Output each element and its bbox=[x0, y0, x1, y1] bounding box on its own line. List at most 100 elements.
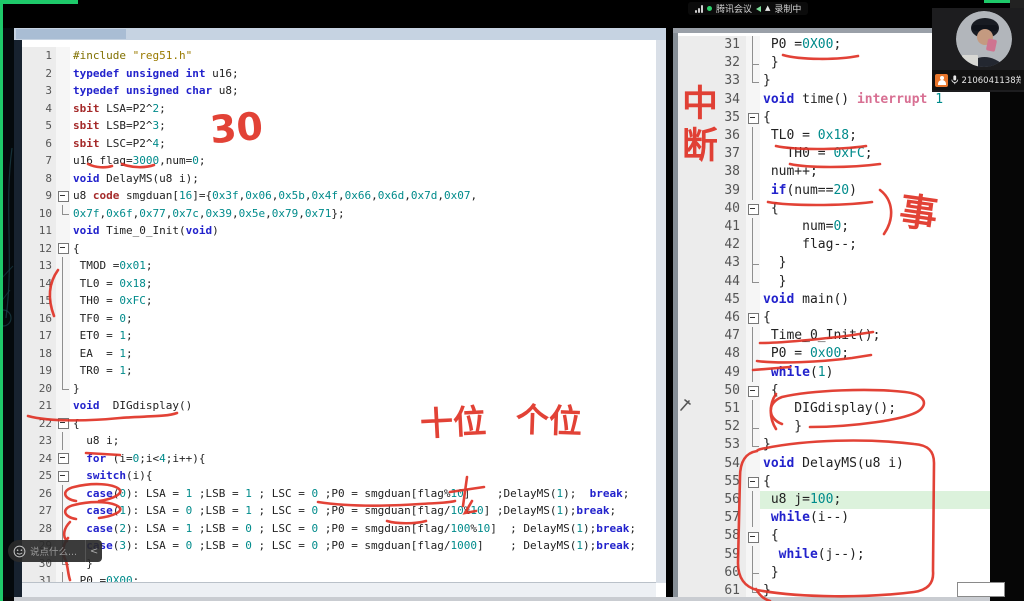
code-line[interactable]: 22{ bbox=[22, 415, 656, 433]
meeting-status-pill[interactable]: 腾讯会议 ▲ 录制中 bbox=[688, 2, 808, 15]
code-line[interactable]: 2typedef unsigned int u16; bbox=[22, 65, 656, 83]
fold-toggle[interactable] bbox=[56, 187, 70, 205]
code-line[interactable]: 30 } bbox=[22, 555, 656, 573]
line-number: 51 bbox=[678, 400, 746, 418]
code-area-right[interactable]: 31 P0 =0X00;32 }33}34void time() interru… bbox=[678, 33, 990, 601]
signal-icon bbox=[695, 5, 703, 13]
line-number: 31 bbox=[678, 36, 746, 54]
code-line[interactable]: 18 EA = 1; bbox=[22, 345, 656, 363]
code-line[interactable]: 25 switch(i){ bbox=[22, 467, 656, 485]
fold-toggle[interactable] bbox=[56, 467, 70, 485]
code-text: void DelayMS(u8 i) bbox=[760, 455, 990, 473]
code-line[interactable]: 21void DIGdisplay() bbox=[22, 397, 656, 415]
code-line[interactable]: 11void Time_0_Init(void) bbox=[22, 222, 656, 240]
code-text: if(num==20) bbox=[760, 182, 990, 200]
code-line[interactable]: 54void DelayMS(u8 i) bbox=[678, 455, 990, 473]
code-line[interactable]: 24 for (i=0;i<4;i++){ bbox=[22, 450, 656, 468]
vertical-scrollbar[interactable] bbox=[656, 40, 666, 583]
scroll-corner[interactable] bbox=[957, 582, 1005, 597]
code-line[interactable]: 35{ bbox=[678, 109, 990, 127]
code-line[interactable]: 38 num++; bbox=[678, 163, 990, 181]
code-text: { bbox=[760, 382, 990, 400]
code-line[interactable]: 47 Time_0_Init(); bbox=[678, 327, 990, 345]
code-line[interactable]: 57 while(i--) bbox=[678, 509, 990, 527]
code-line[interactable]: 48 P0 = 0x00; bbox=[678, 345, 990, 363]
code-text: u8 code smgduan[16]={0x3f,0x06,0x5b,0x4f… bbox=[70, 187, 656, 205]
fold-toggle[interactable] bbox=[56, 450, 70, 468]
code-line[interactable]: 40 { bbox=[678, 200, 990, 218]
fold-toggle[interactable] bbox=[56, 240, 70, 258]
code-area-left[interactable]: 1#include "reg51.h"2typedef unsigned int… bbox=[22, 40, 656, 583]
code-line[interactable]: 9u8 code smgduan[16]={0x3f,0x06,0x5b,0x4… bbox=[22, 187, 656, 205]
code-line[interactable]: 44 } bbox=[678, 273, 990, 291]
fold-toggle[interactable] bbox=[746, 473, 760, 491]
code-line[interactable]: 42 flag--; bbox=[678, 236, 990, 254]
fold-toggle[interactable] bbox=[746, 382, 760, 400]
code-line[interactable]: 5sbit LSB=P2^3; bbox=[22, 117, 656, 135]
line-number: 7 bbox=[22, 152, 56, 170]
line-number: 34 bbox=[678, 91, 746, 109]
code-line[interactable]: 58 { bbox=[678, 527, 990, 545]
code-line[interactable]: 39 if(num==20) bbox=[678, 182, 990, 200]
code-line[interactable]: 4sbit LSA=P2^2; bbox=[22, 100, 656, 118]
code-line[interactable]: 56 u8 j=100; bbox=[678, 491, 990, 509]
code-text: TF0 = 0; bbox=[70, 310, 656, 328]
code-line[interactable]: 26 case(0): LSA = 1 ;LSB = 1 ; LSC = 0 ;… bbox=[22, 485, 656, 503]
code-line[interactable]: 13 TMOD =0x01; bbox=[22, 257, 656, 275]
code-line[interactable]: 23 u8 i; bbox=[22, 432, 656, 450]
code-line[interactable]: 8void DelayMS(u8 i); bbox=[22, 170, 656, 188]
line-number: 21 bbox=[22, 397, 56, 415]
editor-panel-left[interactable]: 1#include "reg51.h"2typedef unsigned int… bbox=[14, 28, 666, 597]
code-line[interactable]: 55{ bbox=[678, 473, 990, 491]
editor-panel-right[interactable]: 31 P0 =0X00;32 }33}34void time() interru… bbox=[673, 28, 990, 601]
code-line[interactable]: 12{ bbox=[22, 240, 656, 258]
code-line[interactable]: 16 TF0 = 0; bbox=[22, 310, 656, 328]
fold-toggle[interactable] bbox=[746, 200, 760, 218]
code-text: } bbox=[70, 380, 656, 398]
code-line[interactable]: 59 while(j--); bbox=[678, 546, 990, 564]
code-line[interactable]: 6sbit LSC=P2^4; bbox=[22, 135, 656, 153]
code-line[interactable]: 14 TL0 = 0x18; bbox=[22, 275, 656, 293]
code-line[interactable]: 46{ bbox=[678, 309, 990, 327]
code-line[interactable]: 27 case(1): LSA = 0 ;LSB = 1 ; LSC = 0 ;… bbox=[22, 502, 656, 520]
recording-label: 录制中 bbox=[774, 2, 801, 15]
participant-video[interactable]: 2106041138郑闯 bbox=[932, 8, 1024, 92]
code-line[interactable]: 37 TH0 = 0xFC; bbox=[678, 145, 990, 163]
chat-collapse-button[interactable]: < bbox=[85, 540, 102, 562]
line-number: 41 bbox=[678, 218, 746, 236]
code-line[interactable]: 19 TR0 = 1; bbox=[22, 362, 656, 380]
code-line[interactable]: 17 ET0 = 1; bbox=[22, 327, 656, 345]
code-line[interactable]: 3typedef unsigned char u8; bbox=[22, 82, 656, 100]
code-line[interactable]: 53} bbox=[678, 436, 990, 454]
bottom-scroll-track[interactable] bbox=[14, 597, 990, 601]
code-line[interactable]: 29 case(3): LSA = 0 ;LSB = 0 ; LSC = 0 ;… bbox=[22, 537, 656, 555]
code-line[interactable]: 28 case(2): LSA = 1 ;LSB = 0 ; LSC = 0 ;… bbox=[22, 520, 656, 538]
code-line[interactable]: 15 TH0 = 0xFC; bbox=[22, 292, 656, 310]
code-line[interactable]: 1#include "reg51.h" bbox=[22, 47, 656, 65]
fold-gutter bbox=[56, 82, 70, 100]
code-line[interactable]: 45void main() bbox=[678, 291, 990, 309]
code-line[interactable]: 41 num=0; bbox=[678, 218, 990, 236]
code-line[interactable]: 52 } bbox=[678, 418, 990, 436]
code-line[interactable]: 51 DIGdisplay(); bbox=[678, 400, 990, 418]
fold-gutter bbox=[56, 275, 70, 293]
code-line[interactable]: 7u16 flag=3000,num=0; bbox=[22, 152, 656, 170]
line-number: 60 bbox=[678, 564, 746, 582]
code-line[interactable]: 36 TL0 = 0x18; bbox=[678, 127, 990, 145]
chat-input[interactable]: 说点什么... bbox=[8, 540, 85, 562]
line-number: 20 bbox=[22, 380, 56, 398]
fold-gutter bbox=[746, 564, 760, 582]
code-line[interactable]: 43 } bbox=[678, 254, 990, 272]
fold-gutter bbox=[746, 546, 760, 564]
code-line[interactable]: 20} bbox=[22, 380, 656, 398]
fold-toggle[interactable] bbox=[746, 309, 760, 327]
fold-toggle[interactable] bbox=[56, 415, 70, 433]
code-line[interactable]: 60 } bbox=[678, 564, 990, 582]
code-line[interactable]: 50 { bbox=[678, 382, 990, 400]
horizontal-scrollbar[interactable] bbox=[22, 582, 656, 597]
code-line[interactable]: 34void time() interrupt 1 bbox=[678, 91, 990, 109]
code-line[interactable]: 49 while(1) bbox=[678, 364, 990, 382]
code-line[interactable]: 100x7f,0x6f,0x77,0x7c,0x39,0x5e,0x79,0x7… bbox=[22, 205, 656, 223]
fold-toggle[interactable] bbox=[746, 527, 760, 545]
fold-toggle[interactable] bbox=[746, 109, 760, 127]
